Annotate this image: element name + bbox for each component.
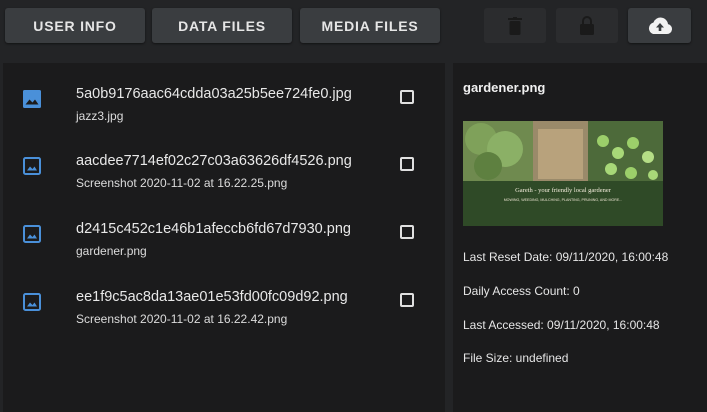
media-files-label: MEDIA FILES — [321, 17, 419, 34]
file-select-checkbox[interactable] — [400, 90, 414, 104]
delete-button[interactable] — [484, 8, 546, 43]
user-info-label: USER INFO — [33, 17, 117, 34]
trash-icon — [508, 16, 522, 35]
file-hash-name: aacdee7714ef02c27c03a63626df4526.png — [76, 153, 352, 169]
toolbar: USER INFO DATA FILES MEDIA FILES — [0, 0, 707, 52]
lock-icon — [580, 16, 594, 35]
preview-banner-subtitle: MOWING, WEEDING, MULCHING, PLANTING, PRU… — [504, 198, 623, 202]
last-reset-date: Last Reset Date: 09/11/2020, 16:00:48 — [463, 250, 669, 264]
image-preview: Gareth - your friendly local gardener MO… — [463, 121, 663, 226]
file-select-checkbox[interactable] — [400, 293, 414, 307]
detail-file-title: gardener.png — [463, 80, 546, 95]
image-icon — [23, 90, 41, 108]
user-info-button[interactable]: USER INFO — [5, 8, 145, 43]
preview-image: Gareth - your friendly local gardener MO… — [463, 121, 663, 226]
file-list-item[interactable]: 5a0b9176aac64cdda03a25b5ee724fe0.jpg jaz… — [3, 86, 445, 146]
file-original-name: gardener.png — [76, 244, 147, 258]
preview-banner-title: Gareth - your friendly local gardener — [515, 187, 612, 194]
upload-button[interactable] — [628, 8, 691, 43]
file-original-name: Screenshot 2020-11-02 at 16.22.25.png — [76, 176, 288, 190]
media-files-button[interactable]: MEDIA FILES — [300, 8, 440, 43]
file-original-name: jazz3.jpg — [76, 109, 124, 123]
cloud-upload-icon — [648, 17, 672, 34]
app-root: USER INFO DATA FILES MEDIA FILES 5a0b917… — [0, 0, 707, 412]
file-hash-name: 5a0b9176aac64cdda03a25b5ee724fe0.jpg — [76, 86, 352, 102]
file-select-checkbox[interactable] — [400, 157, 414, 171]
file-hash-name: ee1f9c5ac8da13ae01e53fd00fc09d92.png — [76, 289, 348, 305]
file-size: File Size: undefined — [463, 351, 569, 365]
image-icon — [23, 225, 41, 243]
image-icon — [23, 157, 41, 175]
file-hash-name: d2415c452c1e46b1afeccb6fd67d7930.png — [76, 221, 351, 237]
file-select-checkbox[interactable] — [400, 225, 414, 239]
file-list-panel: 5a0b9176aac64cdda03a25b5ee724fe0.jpg jaz… — [3, 63, 445, 412]
file-original-name: Screenshot 2020-11-02 at 16.22.42.png — [76, 312, 288, 326]
last-accessed: Last Accessed: 09/11/2020, 16:00:48 — [463, 318, 660, 332]
lock-button[interactable] — [556, 8, 618, 43]
image-icon — [23, 293, 41, 311]
file-list-item[interactable]: ee1f9c5ac8da13ae01e53fd00fc09d92.png Scr… — [3, 289, 445, 349]
data-files-label: DATA FILES — [178, 17, 266, 34]
file-list-item[interactable]: aacdee7714ef02c27c03a63626df4526.png Scr… — [3, 153, 445, 213]
daily-access-count: Daily Access Count: 0 — [463, 284, 580, 298]
data-files-button[interactable]: DATA FILES — [152, 8, 292, 43]
file-detail-panel: gardener.png Gareth - your friendly loca… — [453, 63, 707, 412]
file-list-item[interactable]: d2415c452c1e46b1afeccb6fd67d7930.png gar… — [3, 221, 445, 281]
